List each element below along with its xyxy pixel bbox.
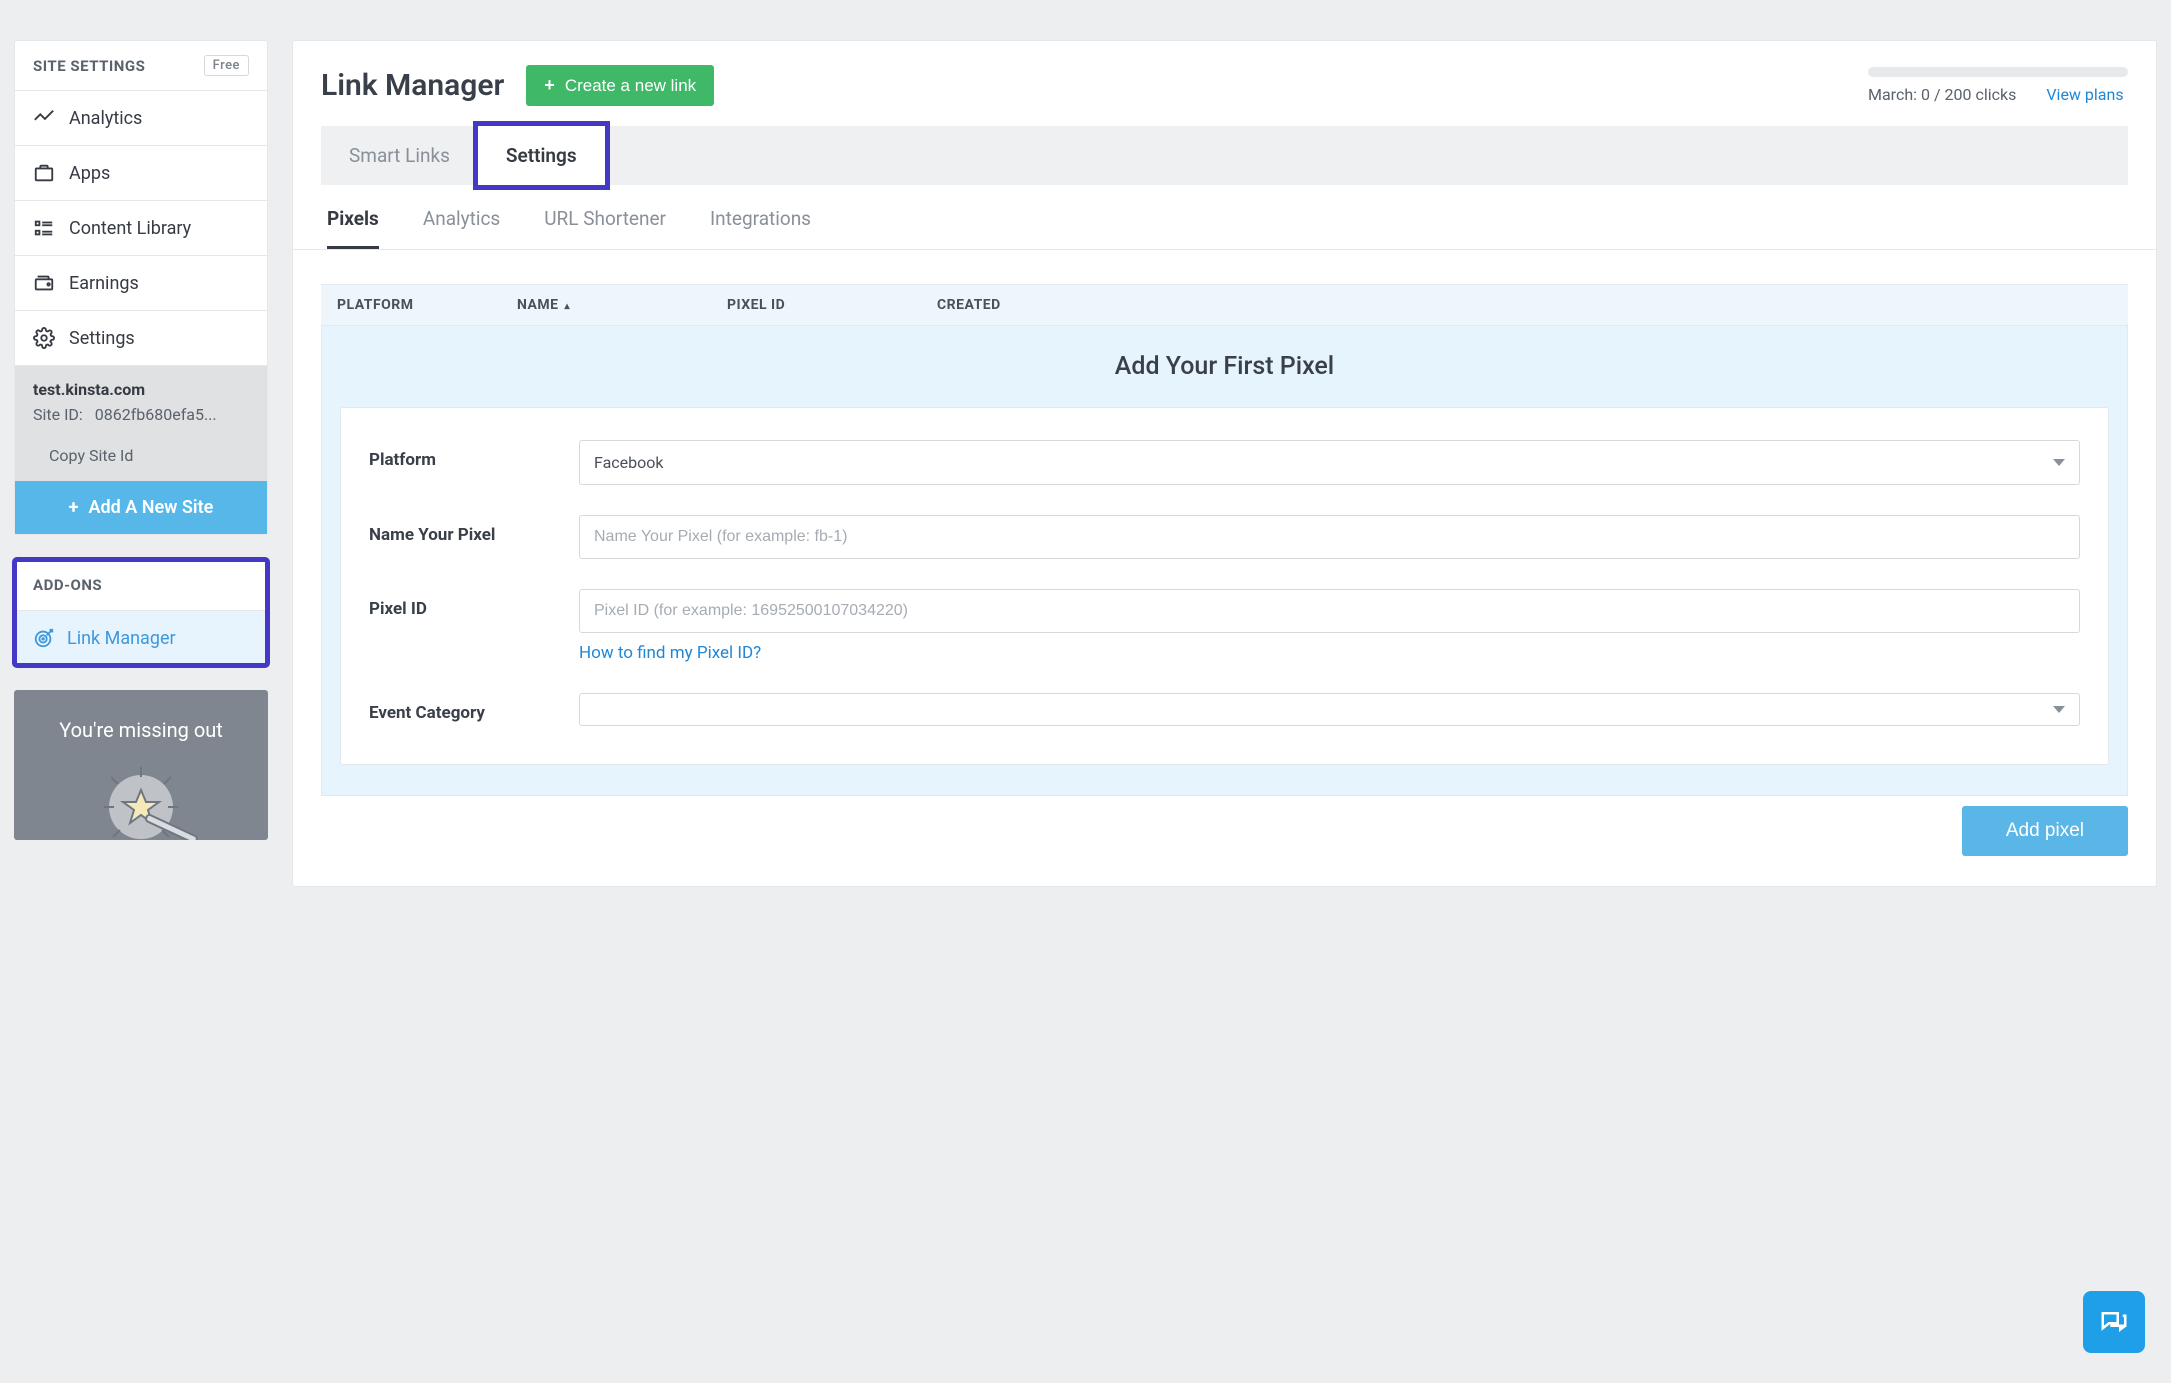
subtab-pixels[interactable]: Pixels [327, 207, 379, 249]
earnings-icon [33, 272, 55, 294]
plus-icon: + [544, 75, 555, 96]
chevron-down-icon [2053, 459, 2065, 466]
usage-text: March: 0 / 200 clicks [1868, 85, 2016, 104]
copy-site-id-button[interactable]: Copy Site Id [33, 436, 249, 481]
platform-row: Platform Facebook [369, 440, 2080, 485]
sort-asc-icon: ▴ [565, 301, 571, 312]
create-new-link-button[interactable]: + Create a new link [526, 65, 714, 106]
chevron-down-icon [2053, 706, 2065, 713]
find-pixel-id-help-link[interactable]: How to find my Pixel ID? [579, 643, 761, 663]
create-button-label: Create a new link [565, 76, 696, 96]
site-info-block: test.kinsta.com Site ID: 0862fb680efa5..… [15, 366, 267, 481]
apps-icon [33, 162, 55, 184]
sidebar: SITE SETTINGS Free Analytics Apps Co [14, 40, 268, 887]
analytics-icon [33, 107, 55, 129]
pixels-table-header: PLATFORM NAME▴ PIXEL ID CREATED [321, 284, 2128, 326]
addon-item-link-manager[interactable]: Link Manager [15, 611, 267, 665]
platform-select[interactable]: Facebook [579, 440, 2080, 485]
settings-icon [33, 327, 55, 349]
plan-badge[interactable]: Free [204, 55, 249, 76]
first-pixel-area: Add Your First Pixel Platform Facebook N… [321, 326, 2128, 796]
column-platform[interactable]: PLATFORM [337, 297, 517, 313]
pixel-name-input[interactable] [579, 515, 2080, 559]
platform-label: Platform [369, 440, 579, 470]
pixel-id-input[interactable] [579, 589, 2080, 633]
sidebar-item-label: Content Library [69, 218, 191, 239]
site-id-label: Site ID: [33, 405, 83, 424]
tab-settings[interactable]: Settings [478, 126, 605, 185]
pixel-name-row: Name Your Pixel [369, 515, 2080, 559]
column-name[interactable]: NAME▴ [517, 297, 727, 313]
subtab-integrations[interactable]: Integrations [710, 207, 811, 249]
add-site-label: Add A New Site [88, 497, 213, 518]
addons-panel: ADD-ONS Link Manager [14, 559, 268, 666]
secondary-tabs: Pixels Analytics URL Shortener Integrati… [293, 185, 2156, 250]
main-header: Link Manager + Create a new link March: … [293, 41, 2156, 120]
sidebar-item-earnings[interactable]: Earnings [15, 256, 267, 311]
column-pixel-id[interactable]: PIXEL ID [727, 297, 937, 313]
target-icon [33, 627, 55, 649]
pixel-name-label: Name Your Pixel [369, 515, 579, 545]
site-settings-panel: SITE SETTINGS Free Analytics Apps Co [14, 40, 268, 535]
event-category-label: Event Category [369, 693, 579, 723]
plus-icon: + [69, 497, 79, 518]
sidebar-item-label: Analytics [69, 108, 142, 129]
promo-card[interactable]: You're missing out [14, 690, 268, 840]
site-id-row: Site ID: 0862fb680efa5... [33, 405, 249, 424]
first-pixel-title: Add Your First Pixel [340, 352, 2109, 381]
main-content: Link Manager + Create a new link March: … [292, 40, 2157, 887]
sidebar-item-label: Earnings [69, 273, 139, 294]
sidebar-item-analytics[interactable]: Analytics [15, 91, 267, 146]
subtab-analytics[interactable]: Analytics [423, 207, 500, 249]
platform-selected-value: Facebook [594, 453, 663, 472]
site-id-value: 0862fb680efa5... [95, 405, 217, 424]
add-pixel-button[interactable]: Add pixel [1962, 806, 2128, 856]
site-domain: test.kinsta.com [33, 380, 249, 399]
sidebar-item-apps[interactable]: Apps [15, 146, 267, 201]
usage-meter: March: 0 / 200 clicks View plans [1868, 67, 2128, 104]
sidebar-item-content-library[interactable]: Content Library [15, 201, 267, 256]
site-settings-title: SITE SETTINGS [33, 57, 145, 75]
site-settings-header: SITE SETTINGS Free [15, 41, 267, 91]
wand-icon [28, 752, 254, 840]
pixel-id-label: Pixel ID [369, 589, 579, 619]
view-plans-link[interactable]: View plans [2046, 85, 2123, 104]
add-new-site-button[interactable]: + Add A New Site [15, 481, 267, 534]
tab-smart-links[interactable]: Smart Links [321, 126, 478, 185]
pixel-form: Platform Facebook Name Your Pixel [340, 407, 2109, 765]
pixel-id-row: Pixel ID How to find my Pixel ID? [369, 589, 2080, 663]
addon-label: Link Manager [67, 628, 176, 649]
subtab-url-shortener[interactable]: URL Shortener [544, 207, 666, 249]
usage-progress-bar [1868, 67, 2128, 77]
event-category-row: Event Category [369, 693, 2080, 726]
primary-tabs: Smart Links Settings [321, 126, 2128, 185]
content-library-icon [33, 217, 55, 239]
chat-widget-button[interactable] [2083, 1291, 2145, 1353]
chat-icon [2099, 1307, 2129, 1337]
column-created[interactable]: CREATED [937, 297, 2112, 313]
sidebar-item-label: Settings [69, 328, 135, 349]
promo-title: You're missing out [28, 718, 254, 742]
sidebar-item-settings[interactable]: Settings [15, 311, 267, 366]
sidebar-item-label: Apps [69, 163, 110, 184]
event-category-select[interactable] [579, 693, 2080, 726]
addons-header: ADD-ONS [15, 560, 267, 611]
page-title: Link Manager [321, 68, 504, 103]
